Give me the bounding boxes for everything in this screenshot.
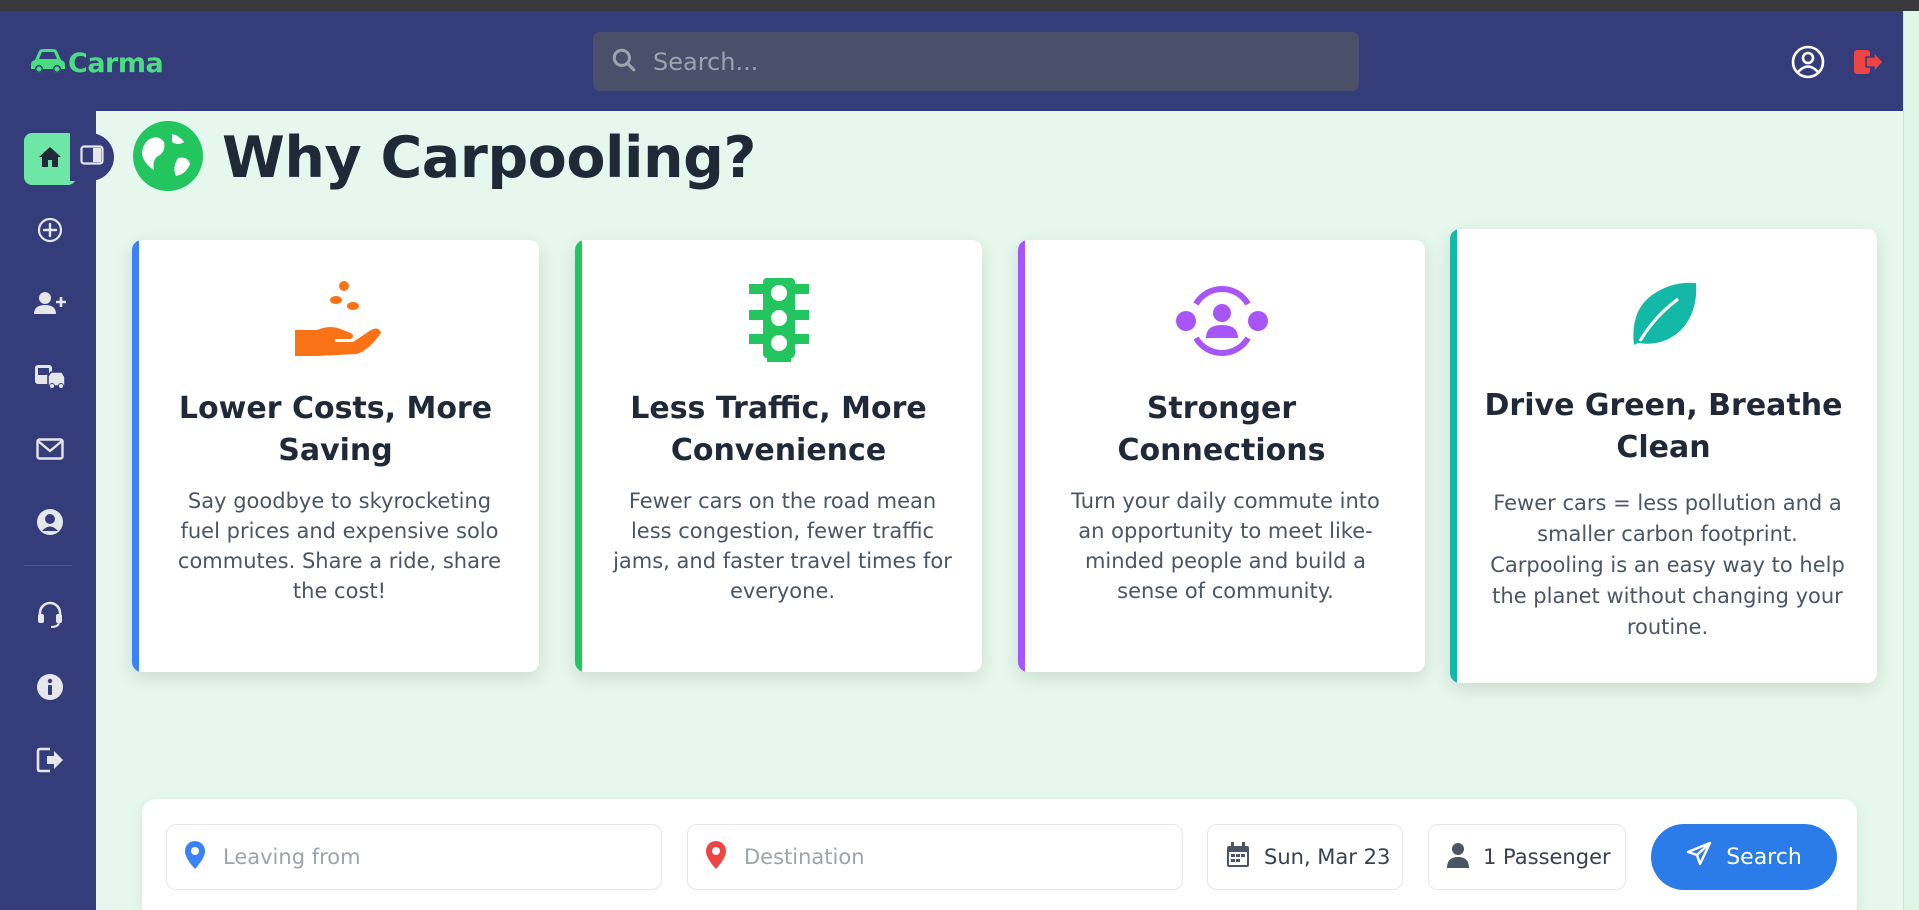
- benefit-card-green: Drive Green, Breathe Clean Fewer cars = …: [1450, 229, 1877, 683]
- card-text: Fewer cars on the road mean less congest…: [613, 489, 952, 603]
- page-title: Why Carpooling?: [222, 125, 757, 191]
- headset-icon: [36, 600, 64, 632]
- card-title: Lower Costs, More Saving: [178, 391, 493, 468]
- sidebar-item-support[interactable]: [24, 590, 76, 642]
- destination-input[interactable]: [744, 845, 1124, 869]
- user-plus-icon: [34, 291, 66, 319]
- traffic-light-icon: [575, 278, 982, 362]
- search-icon: [611, 47, 637, 77]
- sidebar-item-vehicles[interactable]: [24, 352, 76, 404]
- card-text: Turn your daily commute into an opportun…: [1071, 489, 1380, 603]
- top-navbar: Carma: [0, 11, 1903, 111]
- section-heading: Why Carpooling?: [132, 120, 757, 196]
- sign-out-icon: [36, 747, 64, 777]
- home-icon: [38, 146, 62, 172]
- card-title: Stronger Connections: [1117, 391, 1326, 468]
- leaving-from-field[interactable]: [166, 824, 662, 890]
- sidebar-item-about[interactable]: [24, 663, 76, 715]
- destination-field[interactable]: [687, 824, 1183, 890]
- benefit-card-connections: Stronger Connections Turn your daily com…: [1018, 240, 1425, 672]
- destination-pin-icon: [706, 841, 726, 873]
- envelope-icon: [36, 438, 64, 464]
- sidebar-toggle-icon: [80, 145, 104, 169]
- hand-coins-icon: [132, 278, 539, 366]
- sidebar-divider: [24, 565, 72, 566]
- date-value: Sun, Mar 23: [1264, 845, 1391, 869]
- leaf-icon: [1450, 281, 1877, 349]
- sidebar-item-messages[interactable]: [24, 425, 76, 477]
- date-picker[interactable]: Sun, Mar 23: [1207, 824, 1403, 890]
- scrollbar[interactable]: [1903, 11, 1919, 910]
- sidebar-item-profile[interactable]: [24, 498, 76, 550]
- sidebar-item-add-user[interactable]: [24, 279, 76, 331]
- benefit-card-costs: Lower Costs, More Saving Say goodbye to …: [132, 240, 539, 672]
- person-icon: [1447, 842, 1469, 872]
- ride-search-button[interactable]: Search: [1651, 824, 1837, 890]
- car-icon: [30, 47, 66, 79]
- search-input[interactable]: [653, 47, 1333, 76]
- ride-search-bar: Sun, Mar 23 1 Passenger Search: [142, 799, 1857, 910]
- window-top-strip: [0, 0, 1919, 11]
- calendar-icon: [1226, 842, 1250, 872]
- globe-icon: [132, 120, 204, 196]
- user-circle-icon: [36, 508, 64, 540]
- header-actions: [1791, 45, 1903, 79]
- send-arrow-icon: [1686, 841, 1712, 873]
- location-pin-icon: [185, 841, 205, 873]
- info-circle-icon: [36, 673, 64, 705]
- car-bus-icon: [34, 363, 66, 393]
- passenger-value: 1 Passenger: [1483, 845, 1611, 869]
- card-title: Less Traffic, More Convenience: [630, 391, 927, 468]
- card-text: Say goodbye to skyrocketing fuel prices …: [177, 489, 502, 603]
- app-logo[interactable]: Carma: [30, 47, 164, 79]
- sidebar: [0, 111, 96, 910]
- plus-circle-icon: [37, 217, 63, 247]
- user-account-icon[interactable]: [1791, 45, 1825, 79]
- sidebar-toggle-button[interactable]: [70, 133, 114, 181]
- sidebar-item-create-ride[interactable]: [24, 206, 76, 258]
- card-title: Drive Green, Breathe Clean: [1484, 388, 1843, 465]
- global-search: [593, 32, 1359, 91]
- search-button-label: Search: [1726, 844, 1802, 870]
- sidebar-item-logout[interactable]: [24, 736, 76, 788]
- leaving-from-input[interactable]: [223, 845, 603, 869]
- logout-icon[interactable]: [1851, 45, 1885, 79]
- passenger-selector[interactable]: 1 Passenger: [1428, 824, 1626, 890]
- benefit-card-traffic: Less Traffic, More Convenience Fewer car…: [575, 240, 982, 672]
- card-text: Fewer cars = less pollution and a smalle…: [1490, 491, 1845, 639]
- app-name: Carma: [68, 47, 164, 79]
- people-group-icon: [1018, 282, 1425, 360]
- sidebar-item-home[interactable]: [24, 133, 76, 185]
